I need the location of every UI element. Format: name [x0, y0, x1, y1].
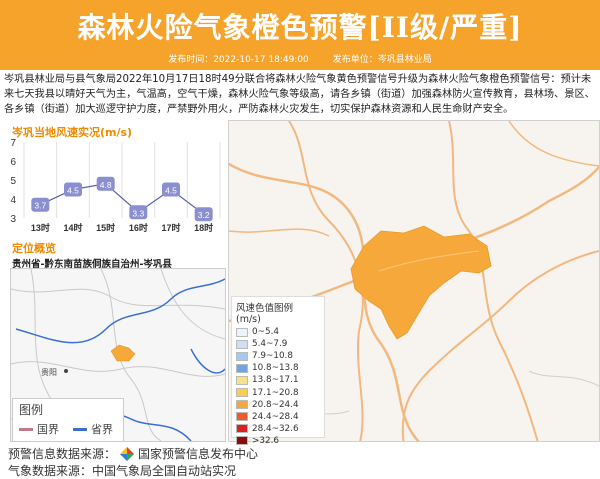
wind-legend-label: 28.4~32.6 [252, 423, 299, 434]
data-source: 预警信息数据来源： 国家预警信息发布中心 [8, 445, 258, 462]
river [528, 370, 599, 387]
road [448, 121, 539, 441]
province-line-icon [73, 427, 87, 431]
wind-legend-label: 20.8~24.4 [252, 399, 299, 410]
wind-legend-item: 28.4~32.6 [232, 423, 324, 435]
county-highlight [110, 344, 136, 362]
y-tick-label: 4 [10, 195, 16, 206]
color-swatch [236, 339, 248, 349]
x-tick-label: 17时 [161, 222, 180, 233]
color-swatch [236, 351, 248, 361]
x-tick-label: 16时 [129, 222, 148, 233]
wind-legend-label: 17.1~20.8 [252, 387, 299, 398]
x-tick-label: 15时 [96, 222, 115, 233]
legend-province: 省界 [73, 421, 113, 437]
map-boundary [160, 269, 225, 340]
wind-legend-item: 7.9~10.8 [232, 350, 324, 362]
alert-meta: 发布时间：2022-10-17 18:49:00 发布单位：岑巩县林业局 [0, 52, 600, 68]
y-tick-label: 7 [10, 138, 16, 149]
wind-legend-label: 5.4~7.9 [252, 339, 288, 350]
county-fill [350, 225, 492, 340]
wind-legend-label: 10.8~13.8 [252, 363, 299, 374]
publisher: 发布单位：岑巩县林业局 [332, 55, 432, 65]
road [229, 228, 330, 237]
data-label: 3.2 [198, 210, 210, 220]
y-tick-label: 6 [10, 157, 16, 168]
wind-legend-label: 7.9~10.8 [252, 351, 293, 362]
color-swatch [236, 375, 248, 385]
data-label: 4.5 [67, 186, 79, 196]
wind-legend-item: 20.8~24.4 [232, 399, 324, 411]
x-tick-label: 13时 [31, 222, 50, 233]
wind-legend-item: 0~5.4 [232, 326, 324, 338]
warning-center-logo-icon [120, 446, 135, 461]
alert-description: 岑巩县林业局与县气象局2022年10月17日18时49分联合将森林火险气象黄色预… [4, 74, 595, 115]
color-swatch [236, 412, 248, 422]
legend-country-label: 国界 [37, 423, 59, 436]
wind-legend-label: 24.4~28.4 [252, 411, 299, 422]
data-label: 4.8 [100, 180, 112, 190]
wind-legend-item: 24.4~28.4 [232, 411, 324, 423]
location-panel-title: 定位概览 [12, 242, 56, 255]
source-label: 预警信息数据来源： [8, 447, 117, 461]
legend-province-label: 省界 [91, 423, 113, 436]
country-line-icon [19, 427, 33, 431]
wind-legend-item: 5.4~7.9 [232, 338, 324, 350]
color-swatch [236, 388, 248, 398]
color-swatch [236, 400, 248, 410]
wind-legend-label: 0~5.4 [252, 327, 279, 338]
wind-legend: 风速色值图例 (m/s) 0~5.4 5.4~7.9 7.9~10.8 10.8… [231, 296, 325, 446]
x-tick-label: 14时 [63, 222, 82, 233]
city-label: 贵阳 [41, 367, 57, 377]
wind-legend-item: 17.1~20.8 [232, 386, 324, 398]
city-dot [64, 369, 68, 373]
wind-legend-title: 风速色值图例 (m/s) [236, 303, 294, 325]
wind-legend-item: 13.8~17.1 [232, 374, 324, 386]
color-swatch [236, 424, 248, 434]
province-border [15, 278, 225, 344]
wind-chart-svg: 3 4 5 6 7 3.7 13时 4.5 14时 4.8 15时 3.3 16时 4.5 17时 3.2 18… [10, 138, 221, 233]
road [508, 121, 599, 167]
wind-chart: 3 4 5 6 7 3.7 13时 4.5 14时 4.8 15时 3.3 16时 4.5 17时 3.2 18… [0, 136, 224, 236]
color-swatch [236, 327, 248, 337]
data-label: 4.5 [165, 186, 177, 196]
color-swatch [236, 363, 248, 373]
y-tick-label: 5 [10, 176, 16, 187]
legend-country: 国界 [19, 421, 59, 437]
map-legend-title: 图例 [19, 403, 44, 417]
source-name[interactable]: 国家预警信息发布中心 [138, 445, 258, 462]
wind-legend-label: 13.8~17.1 [252, 375, 299, 386]
map-legend: 图例 国界 省界 [12, 398, 124, 442]
province-border [190, 348, 225, 374]
wind-legend-item: 10.8~13.8 [232, 362, 324, 374]
data-label: 3.7 [34, 201, 46, 211]
alert-header: 森林火险气象橙色预警[II级/严重] 发布时间：2022-10-17 18:49… [0, 0, 600, 70]
y-tick-label: 3 [10, 214, 16, 225]
x-tick-label: 18时 [194, 222, 213, 233]
data-label: 3.3 [132, 208, 144, 218]
publish-time: 发布时间：2022-10-17 18:49:00 [168, 55, 309, 65]
alert-title: 森林火险气象橙色预警[II级/严重] [77, 11, 523, 44]
map-boundary [11, 288, 225, 310]
